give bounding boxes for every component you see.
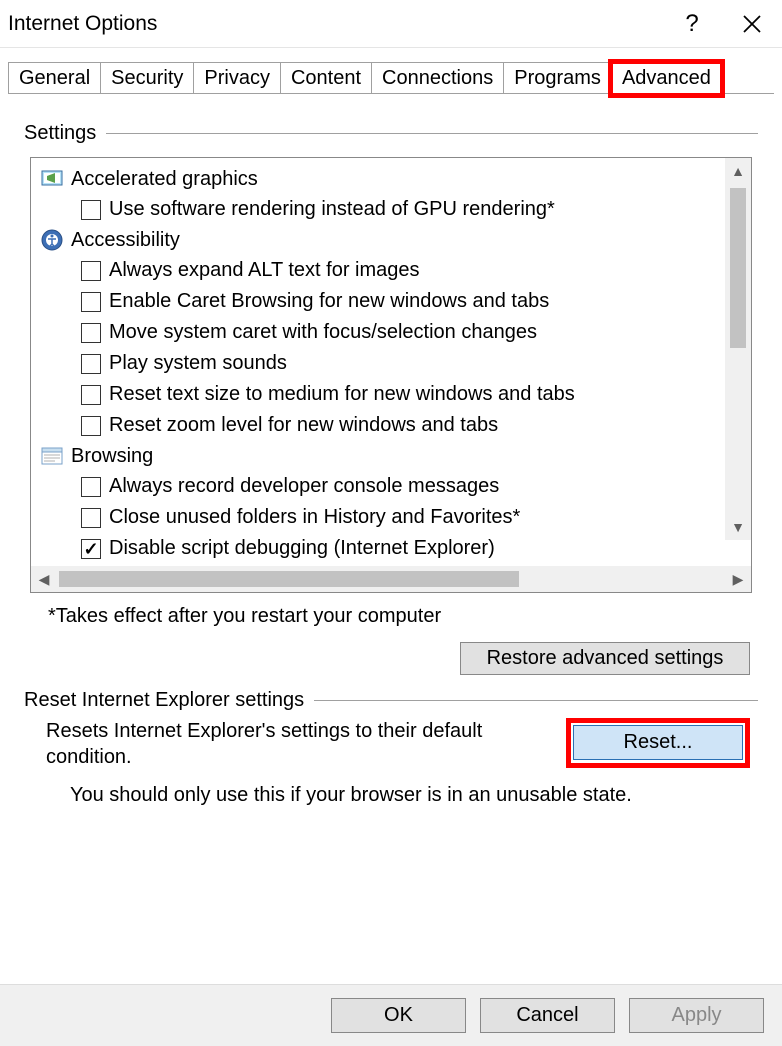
option-label: Reset zoom level for new windows and tab… [109,410,498,441]
vertical-scrollbar[interactable]: ▲ ▼ [725,158,751,540]
category-label: Accelerated graphics [71,164,258,194]
button-label: Cancel [516,1004,578,1026]
option-disable-script-ie[interactable]: Disable script debugging (Internet Explo… [41,533,751,564]
category-label: Accessibility [71,225,180,255]
option-record-console[interactable]: Always record developer console messages [41,471,751,502]
scroll-right-arrow[interactable]: ▶ [725,566,751,592]
reset-description: Resets Internet Explorer's settings to t… [46,718,546,770]
reset-group-label: Reset Internet Explorer settings [24,689,758,712]
checkbox[interactable] [81,354,101,374]
tab-label: Programs [514,67,601,89]
dialog-button-bar: OK Cancel Apply [0,984,782,1046]
group-label-text: Reset Internet Explorer settings [24,689,304,712]
option-label: Reset text size to medium for new window… [109,379,575,410]
option-label: Always record developer console messages [109,471,499,502]
tab-label: General [19,67,90,89]
group-label-text: Settings [24,122,96,145]
category-label: Browsing [71,441,153,471]
ok-button[interactable]: OK [331,998,466,1033]
checkbox[interactable] [81,323,101,343]
settings-tree-viewport: Accelerated graphics Use software render… [31,158,751,566]
option-label: Move system caret with focus/selection c… [109,317,537,348]
checkbox[interactable] [81,416,101,436]
tab-label: Security [111,67,183,89]
option-expand-alt[interactable]: Always expand ALT text for images [41,255,751,286]
category-browsing[interactable]: Browsing [41,441,751,471]
button-label: Restore advanced settings [487,647,724,669]
checkbox[interactable] [81,200,101,220]
scroll-up-arrow[interactable]: ▲ [725,158,751,184]
option-label: Always expand ALT text for images [109,255,420,286]
button-label: Apply [671,1004,721,1026]
checkbox[interactable] [81,477,101,497]
restart-hint: *Takes effect after you restart your com… [24,599,758,638]
option-reset-zoom[interactable]: Reset zoom level for new windows and tab… [41,410,751,441]
accessibility-icon [41,231,63,249]
settings-tree: Accelerated graphics Use software render… [30,157,752,593]
checkbox[interactable] [81,539,101,559]
restore-row: Restore advanced settings [24,638,758,675]
option-move-caret[interactable]: Move system caret with focus/selection c… [41,317,751,348]
tab-label: Advanced [622,67,711,89]
option-label: Close unused folders in History and Favo… [109,502,520,533]
monitor-icon [41,170,63,188]
help-button[interactable]: ? [662,0,722,47]
title-bar: Internet Options ? [0,0,782,48]
tab-advanced[interactable]: Advanced [611,62,722,95]
horizontal-scrollbar[interactable]: ◀ ▶ [31,566,751,592]
checkbox[interactable] [81,508,101,528]
tab-programs[interactable]: Programs [503,62,612,94]
button-label: Reset... [624,731,693,753]
button-label: OK [384,1004,413,1026]
apply-button[interactable]: Apply [629,998,764,1033]
option-caret-browsing[interactable]: Enable Caret Browsing for new windows an… [41,286,751,317]
option-play-sounds[interactable]: Play system sounds [41,348,751,379]
checkbox[interactable] [81,292,101,312]
close-button[interactable] [722,0,782,47]
close-icon [742,14,762,34]
tab-content-area: Settings Accelerated graphics Use softwa… [0,94,782,807]
category-accessibility[interactable]: Accessibility [41,225,751,255]
tab-label: Content [291,67,361,89]
cancel-button[interactable]: Cancel [480,998,615,1033]
tab-privacy[interactable]: Privacy [193,62,281,94]
window-title: Internet Options [8,12,157,36]
settings-group-label: Settings [24,122,758,145]
reset-warning: You should only use this if your browser… [24,770,758,807]
option-label: Enable Caret Browsing for new windows an… [109,286,549,317]
option-close-folders[interactable]: Close unused folders in History and Favo… [41,502,751,533]
divider [106,133,758,134]
reset-highlight: Reset... [566,718,750,768]
scroll-left-arrow[interactable]: ◀ [31,566,57,592]
scroll-thumb[interactable] [59,571,519,587]
tab-general[interactable]: General [8,62,101,94]
tab-security[interactable]: Security [100,62,194,94]
option-label: Play system sounds [109,348,287,379]
option-label: Use software rendering instead of GPU re… [109,194,555,225]
checkbox[interactable] [81,261,101,281]
restore-advanced-button[interactable]: Restore advanced settings [460,642,750,675]
checkbox[interactable] [81,385,101,405]
tab-label: Connections [382,67,493,89]
tab-label: Privacy [204,67,270,89]
window-icon [41,447,63,465]
option-label: Disable script debugging (Internet Explo… [109,533,495,564]
category-accelerated-graphics[interactable]: Accelerated graphics [41,164,751,194]
tab-content[interactable]: Content [280,62,372,94]
scroll-thumb[interactable] [730,188,746,348]
title-controls: ? [662,0,782,47]
scroll-down-arrow[interactable]: ▼ [725,514,751,540]
tab-row: General Security Privacy Content Connect… [0,48,782,94]
option-reset-text-size[interactable]: Reset text size to medium for new window… [41,379,751,410]
divider [314,700,758,701]
reset-row: Resets Internet Explorer's settings to t… [24,712,758,770]
option-software-rendering[interactable]: Use software rendering instead of GPU re… [41,194,751,225]
reset-button[interactable]: Reset... [573,725,743,760]
tab-connections[interactable]: Connections [371,62,504,94]
